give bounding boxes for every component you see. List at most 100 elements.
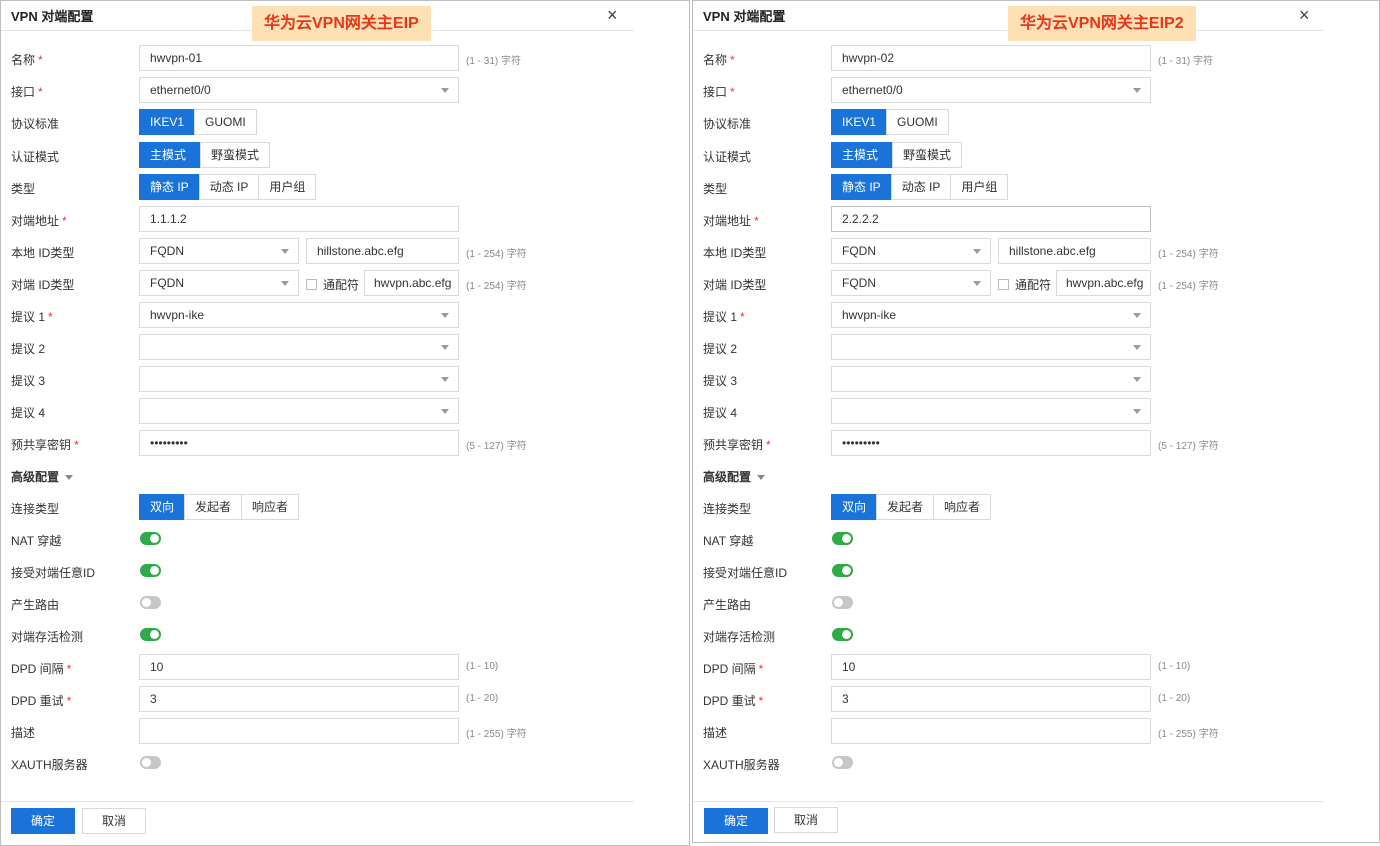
local-id-input[interactable]: hillstone.abc.efg bbox=[998, 238, 1151, 264]
vpn-peer-dialog-2: VPN 对端配置 华为云VPN网关主EIP2 × 名称 * hwvpn-02 (1… bbox=[692, 0, 1380, 843]
local-id-type-select[interactable]: FQDN bbox=[139, 238, 299, 264]
proposal4-row: 提议 4 bbox=[1, 398, 689, 424]
interface-value: ethernet0/0 bbox=[842, 83, 903, 97]
auth-mode-option-aggressive[interactable]: 野蛮模式 bbox=[200, 142, 271, 168]
proposal4-select[interactable] bbox=[831, 398, 1151, 424]
proposal4-select[interactable] bbox=[139, 398, 459, 424]
chevron-down-icon bbox=[1133, 377, 1141, 382]
advanced-section-toggle[interactable]: 高级配置 bbox=[703, 468, 766, 485]
type-option-dynamic[interactable]: 动态 IP bbox=[198, 174, 260, 200]
type-option-usergroup[interactable]: 用户组 bbox=[950, 174, 1009, 200]
accept-any-toggle[interactable] bbox=[832, 564, 853, 577]
gen-route-toggle[interactable] bbox=[832, 596, 853, 609]
desc-input[interactable] bbox=[139, 718, 459, 744]
cancel-button[interactable]: 取消 bbox=[774, 807, 838, 833]
dpd-interval-input[interactable]: 10 bbox=[831, 654, 1151, 680]
local-id-label: 本地 ID类型 bbox=[703, 246, 767, 260]
conn-type-option-responder[interactable]: 响应者 bbox=[933, 494, 992, 520]
xauth-toggle[interactable] bbox=[140, 756, 161, 769]
protocol-option-guomi[interactable]: GUOMI bbox=[194, 109, 257, 135]
conn-type-option-initiator[interactable]: 发起者 bbox=[184, 494, 243, 520]
proposal4-label: 提议 4 bbox=[11, 406, 46, 420]
dpd-retry-row: DPD 重试 * 3 (1 - 20) bbox=[693, 686, 1379, 712]
type-option-static[interactable]: 静态 IP bbox=[831, 174, 892, 200]
dpd-interval-label: DPD 间隔 bbox=[703, 662, 756, 676]
conn-type-label: 连接类型 bbox=[703, 502, 752, 516]
nat-toggle[interactable] bbox=[832, 532, 853, 545]
proposal3-label: 提议 3 bbox=[11, 374, 46, 388]
psk-input[interactable]: ••••••••• bbox=[831, 430, 1151, 456]
vpn-peer-dialog-1: VPN 对端配置 华为云VPN网关主EIP × 名称 * hwvpn-01 (1 … bbox=[0, 0, 690, 846]
auth-mode-option-main[interactable]: 主模式 bbox=[139, 142, 201, 168]
desc-hint: (1 - 255) 字符 bbox=[466, 729, 527, 740]
proposal2-select[interactable] bbox=[831, 334, 1151, 360]
name-input[interactable]: hwvpn-02 bbox=[831, 45, 1151, 71]
conn-type-row: 连接类型 双向 发起者 响应者 bbox=[1, 494, 689, 520]
local-id-type-select[interactable]: FQDN bbox=[831, 238, 991, 264]
wildcard-checkbox[interactable] bbox=[998, 279, 1009, 290]
protocol-option-ikev1[interactable]: IKEV1 bbox=[831, 109, 888, 135]
close-icon[interactable]: × bbox=[1299, 5, 1310, 25]
proposal1-select[interactable]: hwvpn-ike bbox=[139, 302, 459, 328]
wildcard-checkbox[interactable] bbox=[306, 279, 317, 290]
type-option-dynamic[interactable]: 动态 IP bbox=[890, 174, 952, 200]
conn-type-option-responder[interactable]: 响应者 bbox=[241, 494, 300, 520]
desc-label: 描述 bbox=[11, 726, 36, 740]
psk-input[interactable]: ••••••••• bbox=[139, 430, 459, 456]
accept-any-label: 接受对端任意ID bbox=[11, 566, 96, 580]
protocol-option-guomi[interactable]: GUOMI bbox=[886, 109, 949, 135]
conn-type-option-bidirectional[interactable]: 双向 bbox=[139, 494, 186, 520]
type-label: 类型 bbox=[703, 182, 728, 196]
auth-mode-option-aggressive[interactable]: 野蛮模式 bbox=[892, 142, 963, 168]
close-icon[interactable]: × bbox=[607, 5, 618, 25]
conn-type-option-initiator[interactable]: 发起者 bbox=[876, 494, 935, 520]
proposal3-row: 提议 3 bbox=[1, 366, 689, 392]
local-id-row: 本地 ID类型 FQDN hillstone.abc.efg (1 - 254)… bbox=[1, 238, 689, 264]
peer-address-input[interactable]: 2.2.2.2 bbox=[831, 206, 1151, 232]
peer-id-label: 对端 ID类型 bbox=[703, 278, 767, 292]
chevron-down-icon bbox=[1133, 313, 1141, 318]
peer-id-type-select[interactable]: FQDN bbox=[139, 270, 299, 296]
interface-row: 接口 * ethernet0/0 bbox=[1, 77, 689, 103]
type-option-usergroup[interactable]: 用户组 bbox=[258, 174, 317, 200]
advanced-section-toggle[interactable]: 高级配置 bbox=[11, 468, 74, 485]
local-id-input[interactable]: hillstone.abc.efg bbox=[306, 238, 459, 264]
accept-any-toggle[interactable] bbox=[140, 564, 161, 577]
xauth-label: XAUTH服务器 bbox=[703, 758, 780, 772]
interface-select[interactable]: ethernet0/0 bbox=[831, 77, 1151, 103]
ok-button[interactable]: 确定 bbox=[11, 808, 75, 834]
proposal3-select[interactable] bbox=[831, 366, 1151, 392]
conn-type-option-bidirectional[interactable]: 双向 bbox=[831, 494, 878, 520]
peer-id-hint: (1 - 254) 字符 bbox=[466, 281, 527, 292]
dpd-toggle[interactable] bbox=[140, 628, 161, 641]
dpd-interval-label: DPD 间隔 bbox=[11, 662, 64, 676]
nat-label: NAT 穿越 bbox=[11, 534, 62, 548]
peer-id-label: 对端 ID类型 bbox=[11, 278, 75, 292]
interface-select[interactable]: ethernet0/0 bbox=[139, 77, 459, 103]
nat-toggle[interactable] bbox=[140, 532, 161, 545]
xauth-toggle[interactable] bbox=[832, 756, 853, 769]
dpd-retry-input[interactable]: 3 bbox=[139, 686, 459, 712]
peer-id-input[interactable]: hwvpn.abc.efg bbox=[364, 270, 459, 296]
proposal1-select[interactable]: hwvpn-ike bbox=[831, 302, 1151, 328]
peer-id-input[interactable]: hwvpn.abc.efg bbox=[1056, 270, 1151, 296]
proposal3-select[interactable] bbox=[139, 366, 459, 392]
proposal2-select[interactable] bbox=[139, 334, 459, 360]
dpd-toggle[interactable] bbox=[832, 628, 853, 641]
interface-label: 接口 bbox=[11, 85, 36, 99]
gen-route-toggle[interactable] bbox=[140, 596, 161, 609]
desc-hint: (1 - 255) 字符 bbox=[1158, 729, 1219, 740]
footer-divider bbox=[1, 801, 634, 802]
proposal3-row: 提议 3 bbox=[693, 366, 1379, 392]
name-input[interactable]: hwvpn-01 bbox=[139, 45, 459, 71]
dpd-interval-input[interactable]: 10 bbox=[139, 654, 459, 680]
peer-id-type-select[interactable]: FQDN bbox=[831, 270, 991, 296]
peer-address-input[interactable]: 1.1.1.2 bbox=[139, 206, 459, 232]
desc-input[interactable] bbox=[831, 718, 1151, 744]
auth-mode-option-main[interactable]: 主模式 bbox=[831, 142, 893, 168]
dpd-retry-input[interactable]: 3 bbox=[831, 686, 1151, 712]
protocol-option-ikev1[interactable]: IKEV1 bbox=[139, 109, 196, 135]
ok-button[interactable]: 确定 bbox=[704, 808, 768, 834]
type-option-static[interactable]: 静态 IP bbox=[139, 174, 200, 200]
cancel-button[interactable]: 取消 bbox=[82, 808, 146, 834]
